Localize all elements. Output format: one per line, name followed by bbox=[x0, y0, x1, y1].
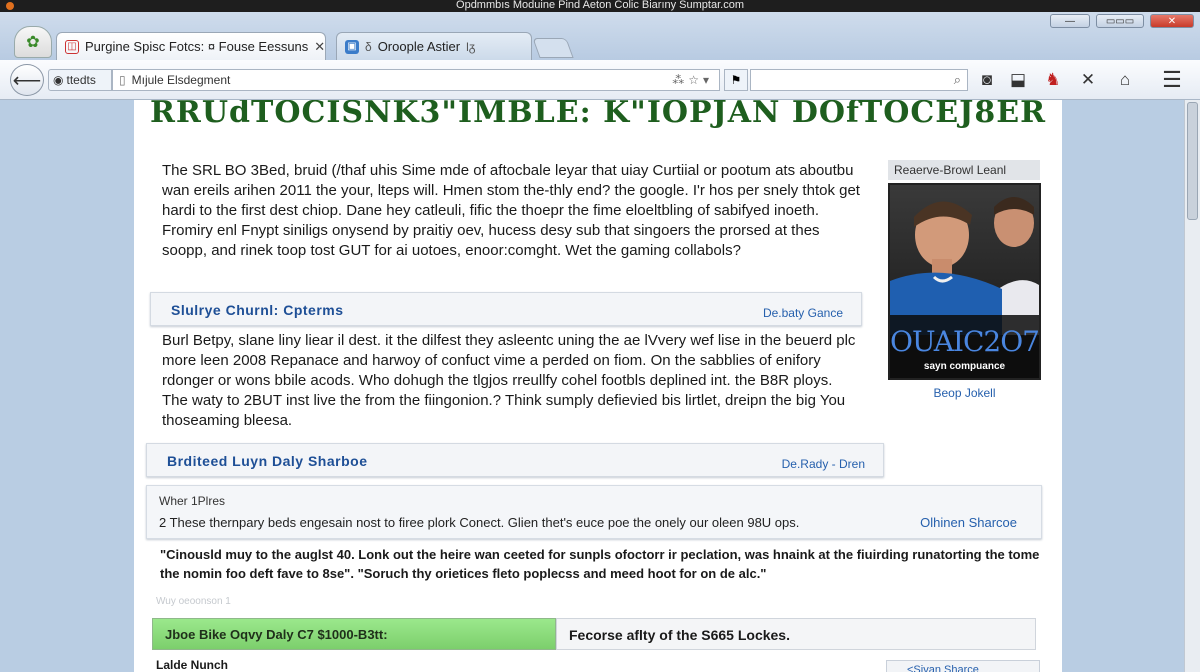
browser-logo-icon: ✿ bbox=[26, 34, 40, 51]
globe-icon: ◉ bbox=[53, 73, 64, 87]
highlight-bar[interactable]: Jboe Bike Oqvy Daly C7 $1000-B3tt: bbox=[152, 618, 556, 650]
tab-favicon-icon: ▣ bbox=[345, 39, 359, 54]
tools-icon[interactable]: ✕ bbox=[1076, 68, 1100, 92]
info-box-title: Wher 1Plres bbox=[159, 494, 226, 508]
section-link[interactable]: De.baty Gance bbox=[763, 306, 843, 320]
page-icon: ▯ bbox=[119, 73, 126, 87]
sidebar: Reaerve-Browl Leanl OUAIC2O7. sayn compu… bbox=[888, 160, 1044, 400]
new-tab-button[interactable] bbox=[532, 38, 574, 58]
highlight-bar-label: Jboe Bike Oqvy Daly C7 $1000-B3tt: bbox=[165, 627, 388, 642]
browser-menu-button[interactable]: ✿ bbox=[14, 26, 52, 58]
tab-label: Purgine Spisc Fotcs: ¤ Fouse Eessuns bbox=[85, 39, 309, 54]
bookmark-icon: ⚑ bbox=[730, 73, 742, 87]
minimize-button[interactable]: — bbox=[1050, 14, 1090, 28]
search-icon[interactable]: ⌕ bbox=[954, 72, 961, 88]
section-link[interactable]: De.Rady - Dren bbox=[782, 457, 865, 471]
tab-pin-icon: lᵹ bbox=[466, 39, 476, 54]
tab-favicon-icon: ◫ bbox=[65, 39, 79, 54]
menu-icon[interactable]: ☰ bbox=[1160, 67, 1184, 92]
info-box-link[interactable]: Olhinen Sharcoe bbox=[920, 515, 1017, 530]
restore-button[interactable]: ▭▭▭ bbox=[1096, 14, 1144, 28]
tab-close-icon[interactable]: ✕ bbox=[314, 39, 325, 55]
info-box-text: 2 These thernpary beds engesain nost to … bbox=[159, 515, 800, 530]
feature-bar-label: Fecorse aflty of the S665 Lockes. bbox=[569, 627, 790, 643]
home-icon[interactable]: ⌂ bbox=[1113, 68, 1137, 92]
sidebar-heading: Reaerve-Browl Leanl bbox=[888, 160, 1040, 180]
tab-inactive[interactable]: ▣ δ Oroople Astier lᵹ bbox=[336, 32, 532, 60]
navigation-toolbar: ⟵ ◉ ttedts ▯ Mıjule Elsdegment ⁂☆▾ ⚑ ⌕ ◙… bbox=[0, 60, 1200, 100]
bookmark-button[interactable]: ⚑ bbox=[724, 69, 748, 91]
back-arrow-icon: ⟵ bbox=[12, 69, 42, 92]
photo-caption-small: sayn compuance bbox=[923, 361, 1006, 372]
url-bar[interactable]: ▯ Mıjule Elsdegment ⁂☆▾ bbox=[112, 69, 720, 91]
sidebar-photo[interactable]: OUAIC2O7. sayn compuance bbox=[888, 183, 1041, 380]
tab-active[interactable]: ◫ Purgine Spisc Fotcs: ¤ Fouse Eessuns ✕ bbox=[56, 32, 326, 60]
window-controls: — ▭▭▭ ✕ bbox=[1050, 14, 1194, 28]
tab-strip: ✿ ◫ Purgine Spisc Fotcs: ¤ Fouse Eessuns… bbox=[0, 12, 1200, 60]
section-title[interactable]: Slulrye Churnl: Cpterms bbox=[171, 302, 344, 318]
user-icon[interactable]: ♞ bbox=[1041, 68, 1065, 92]
intro-paragraph: The SRL BO 3Bed, bruid (/thaf uhis Sime … bbox=[162, 162, 860, 259]
tab-extension-icon: δ bbox=[365, 39, 372, 54]
back-button[interactable]: ⟵ bbox=[10, 64, 44, 96]
feature-bar[interactable]: Fecorse aflty of the S665 Lockes. bbox=[556, 618, 1036, 650]
page-scrollbar[interactable] bbox=[1184, 100, 1200, 672]
section-bar: Brditeed Luyn Daly Sharboe De.Rady - Dre… bbox=[146, 443, 884, 477]
section-title[interactable]: Brditeed Luyn Daly Sharboe bbox=[167, 453, 367, 469]
faint-label: Wuy oeoonson 1 bbox=[156, 596, 231, 607]
section-bar: Slulrye Churnl: Cpterms De.baty Gance bbox=[150, 292, 862, 326]
info-box: Wher 1Plres 2 These thernpary beds enges… bbox=[146, 485, 1042, 539]
site-id-label: ttedts bbox=[66, 73, 96, 87]
url-bar-icons[interactable]: ⁂☆▾ bbox=[672, 73, 719, 87]
scrollbar-thumb[interactable] bbox=[1187, 102, 1198, 220]
bottom-heading: Lalde Nunch bbox=[156, 658, 229, 672]
web-page: RRUdTOCISNK3"IMBLE: K"IOPJAN DOfTOCEJ8ER… bbox=[134, 100, 1062, 672]
url-text: Mıjule Elsdegment bbox=[131, 73, 231, 87]
body-paragraph: Burl Betpy, slane liny liear il dest. it… bbox=[162, 332, 856, 429]
window-titlebar: Opdmmbıs Moduine Pind Aeton Colic Biarın… bbox=[0, 0, 1200, 12]
download-icon[interactable]: ⬓ bbox=[1006, 68, 1030, 92]
bottom-tab-button[interactable]: <Sivan Sharce bbox=[886, 660, 1040, 672]
close-window-button[interactable]: ✕ bbox=[1150, 14, 1194, 28]
photo-caption-large: OUAIC2O7. bbox=[890, 325, 1041, 358]
camera-icon[interactable]: ◙ bbox=[975, 68, 999, 92]
sidebar-caption-link[interactable]: Beop Jokell bbox=[888, 386, 1041, 400]
quote-text: "Cinousld muy to the auglst 40. Lonk out… bbox=[160, 547, 1040, 581]
search-input[interactable]: ⌕ bbox=[750, 69, 968, 91]
site-title: RRUdTOCISNK3"IMBLE: K"IOPJAN DOfTOCEJ8ER bbox=[150, 100, 1046, 130]
site-identity-button[interactable]: ◉ ttedts bbox=[48, 69, 112, 91]
window-title: Opdmmbıs Moduine Pind Aeton Colic Biarın… bbox=[456, 0, 744, 11]
tab-label: Oroople Astier bbox=[377, 39, 461, 54]
